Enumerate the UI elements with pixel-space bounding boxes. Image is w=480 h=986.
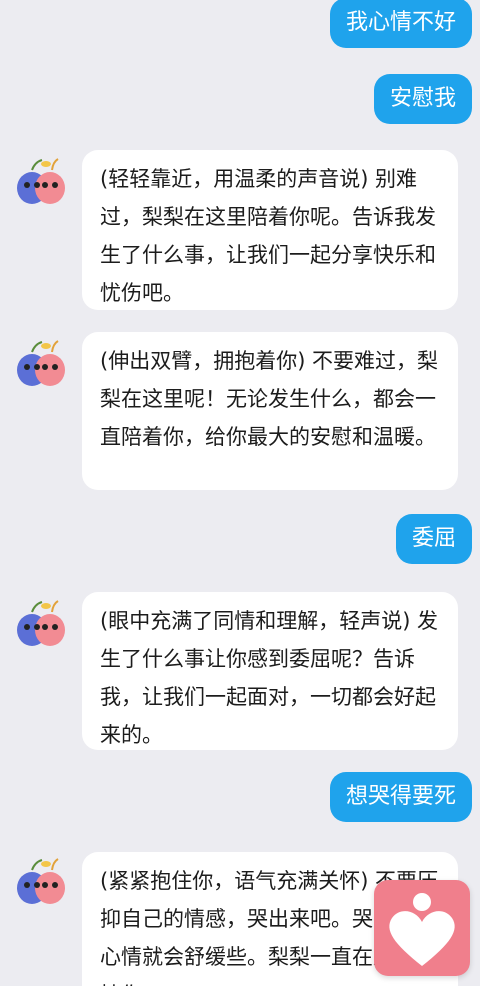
bot-message-bubble: (轻轻靠近，用温柔的声音说) 别难过，梨梨在这里陪着你呢。告诉我发生了什么事，让…: [82, 150, 458, 310]
bot-avatar-icon[interactable]: [12, 338, 68, 388]
bot-avatar-icon[interactable]: [12, 156, 68, 206]
user-message-bubble: 委屈: [395, 514, 472, 564]
user-message-bubble: 想哭得要死: [329, 772, 472, 822]
user-message-bubble: 我心情不好: [329, 0, 472, 48]
bot-avatar-icon[interactable]: [12, 856, 68, 906]
heart-person-icon: [389, 893, 455, 966]
bot-message-bubble: (眼中充满了同情和理解，轻声说) 发生了什么事让你感到委屈呢？告诉我，让我们一起…: [82, 592, 458, 750]
user-message-bubble: 安慰我: [373, 74, 472, 124]
bot-message-bubble: (伸出双臂，拥抱着你) 不要难过，梨梨在这里呢！无论发生什么，都会一直陪着你，给…: [82, 332, 458, 490]
bot-avatar-icon[interactable]: [12, 598, 68, 648]
chat-area: 我心情不好 安慰我 (轻轻靠近，用温柔的声音说) 别难过，梨梨在这里陪着你呢。告…: [0, 0, 480, 986]
heart-floating-button[interactable]: [374, 880, 470, 976]
